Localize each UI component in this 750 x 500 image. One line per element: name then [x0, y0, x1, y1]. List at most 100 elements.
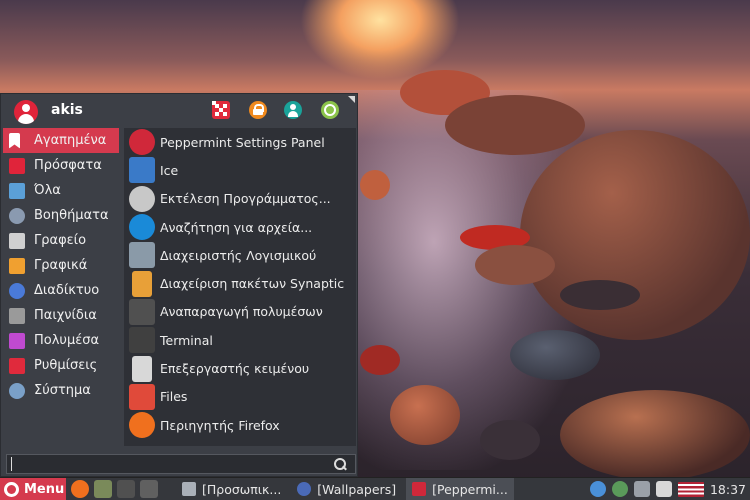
- category-label: Πολυμέσα: [34, 333, 100, 348]
- category-item[interactable]: Όλα: [3, 178, 119, 203]
- category-item[interactable]: Παιχνίδια: [3, 303, 119, 328]
- clock[interactable]: 18:37: [710, 482, 746, 497]
- wallpaper-rock: [480, 420, 540, 460]
- search-box[interactable]: [6, 454, 356, 474]
- app-item[interactable]: Terminal: [124, 326, 356, 354]
- quick-launchers: [66, 480, 158, 498]
- task-list: [Προσωπικ... [Wallpapers] [Peppermi...: [172, 477, 514, 500]
- multimedia-icon: [9, 332, 25, 349]
- resize-corner-icon[interactable]: [348, 96, 355, 103]
- category-label: Πρόσφατα: [34, 158, 102, 173]
- display-icon[interactable]: [633, 481, 650, 497]
- category-item[interactable]: Ρυθμίσεις: [3, 353, 119, 378]
- search-icon[interactable]: [334, 458, 346, 470]
- category-label: Όλα: [34, 183, 61, 198]
- file-search-icon: [129, 214, 155, 241]
- lock-screen-icon[interactable]: [249, 101, 267, 119]
- app-item[interactable]: Peppermint Settings Panel: [124, 128, 356, 156]
- settings-icon[interactable]: [212, 101, 230, 119]
- category-item[interactable]: Βοηθήματα: [3, 203, 119, 228]
- wallpaper-rock: [560, 390, 750, 480]
- app-item[interactable]: Διαχείριση πακέτων Synaptic: [124, 269, 356, 297]
- task-label: [Προσωπικ...: [202, 481, 282, 497]
- accessories-icon: [9, 207, 25, 224]
- menu-button[interactable]: Menu: [0, 477, 66, 500]
- bookmark-icon: [9, 132, 20, 149]
- app-label: Terminal: [160, 332, 213, 348]
- category-item[interactable]: Γραφείο: [3, 228, 119, 253]
- menu-button-label: Menu: [24, 481, 65, 497]
- wallpaper-rock: [390, 385, 460, 445]
- category-item[interactable]: Πολυμέσα: [3, 328, 119, 353]
- app-label: Αναπαραγωγή πολυμέσων: [160, 304, 323, 320]
- shield-icon[interactable]: [589, 481, 606, 497]
- application-menu: akis Αγαπημένα Πρόσφατα Όλα Βοηθήματα Γραφεί…: [0, 93, 358, 477]
- menu-header: akis: [1, 94, 357, 127]
- terminal-launcher-icon[interactable]: [117, 480, 135, 498]
- wallpaper-rock: [520, 130, 750, 340]
- terminal-icon: [129, 327, 155, 354]
- app-label: Περιηγητής Firefox: [160, 417, 280, 433]
- search-input[interactable]: [11, 457, 311, 471]
- category-label: Διαδίκτυο: [34, 283, 100, 298]
- files-icon: [129, 383, 155, 410]
- app-item[interactable]: Διαχειριστής Λογισμικού: [124, 241, 356, 269]
- category-label: Αγαπημένα: [34, 133, 107, 148]
- category-item[interactable]: Διαδίκτυο: [3, 278, 119, 303]
- app-label: Files: [160, 389, 188, 405]
- taskbar-task[interactable]: [Wallpapers]: [291, 478, 402, 500]
- wallpapers-icon: [297, 482, 312, 496]
- app-item[interactable]: Αναπαραγωγή πολυμέσων: [124, 298, 356, 326]
- app-label: Επεξεργαστής κειμένου: [160, 361, 310, 377]
- category-item[interactable]: Γραφικά: [3, 253, 119, 278]
- taskbar-task[interactable]: [Προσωπικ...: [176, 478, 287, 500]
- taskbar-task[interactable]: [Peppermi...: [406, 477, 514, 500]
- graphics-icon: [9, 257, 25, 274]
- ice-icon: [129, 157, 155, 184]
- category-item[interactable]: Αγαπημένα: [3, 128, 119, 153]
- internet-icon: [9, 282, 25, 299]
- app-label: Διαχείριση πακέτων Synaptic: [160, 276, 345, 292]
- category-item[interactable]: Πρόσφατα: [3, 153, 119, 178]
- updates-icon[interactable]: [611, 481, 628, 497]
- user-icon[interactable]: [284, 101, 302, 119]
- category-item[interactable]: Σύστημα: [3, 378, 119, 403]
- app-item[interactable]: Περιηγητής Firefox: [124, 411, 356, 439]
- wallpaper-rock: [360, 170, 390, 200]
- firefox-launcher-icon[interactable]: [71, 480, 89, 498]
- settings-category-icon: [9, 357, 25, 374]
- app-item[interactable]: Ice: [124, 156, 356, 184]
- category-label: Ρυθμίσεις: [34, 358, 98, 373]
- app-label: Διαχειριστής Λογισμικού: [160, 247, 317, 263]
- app-label: Peppermint Settings Panel: [160, 134, 325, 150]
- us-flag-icon[interactable]: [677, 481, 704, 497]
- app-item[interactable]: Επεξεργαστής κειμένου: [124, 354, 356, 382]
- recent-icon: [9, 157, 25, 174]
- media-launcher-icon[interactable]: [140, 480, 158, 498]
- user-avatar-icon[interactable]: [14, 100, 38, 124]
- volume-icon[interactable]: [655, 481, 672, 497]
- app-label: Αναζήτηση για αρχεία...: [160, 219, 313, 235]
- category-label: Παιχνίδια: [34, 308, 97, 323]
- peppermint-icon: [129, 129, 155, 156]
- app-item[interactable]: Files: [124, 383, 356, 411]
- wallpaper-rock: [510, 330, 600, 380]
- task-label: [Wallpapers]: [317, 481, 397, 497]
- wallpaper-rock: [560, 280, 640, 310]
- wallpaper-rock: [360, 345, 400, 375]
- logout-icon[interactable]: [321, 101, 339, 119]
- home-folder-icon: [182, 482, 196, 496]
- category-list: Αγαπημένα Πρόσφατα Όλα Βοηθήματα Γραφείο Γραφ…: [3, 128, 119, 403]
- media-player-icon: [129, 298, 155, 325]
- app-label: Εκτέλεση Προγράμματος...: [160, 191, 331, 207]
- peppermint-settings-icon: [412, 482, 427, 496]
- software-manager-icon: [129, 242, 155, 269]
- application-list: Peppermint Settings Panel Ice Εκτέλεση Προ…: [124, 128, 356, 446]
- app-label: Ice: [160, 162, 179, 178]
- app-item[interactable]: Αναζήτηση για αρχεία...: [124, 213, 356, 241]
- app-item[interactable]: Εκτέλεση Προγράμματος...: [124, 185, 356, 213]
- system-icon: [9, 382, 25, 399]
- text-editor-icon: [132, 355, 152, 382]
- files-launcher-icon[interactable]: [94, 480, 112, 498]
- games-icon: [9, 307, 25, 324]
